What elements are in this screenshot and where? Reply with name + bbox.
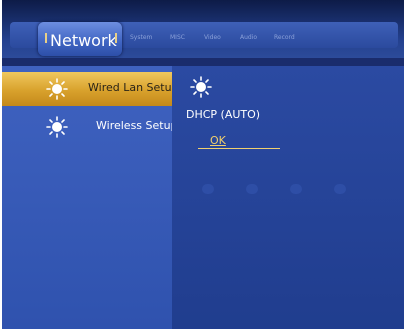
tab-marker-right bbox=[115, 33, 117, 43]
sun-icon bbox=[46, 78, 68, 100]
sidebar-item-label: Wireless Setup bbox=[96, 119, 178, 132]
ok-button[interactable]: OK bbox=[198, 134, 280, 149]
ok-button-label: OK bbox=[210, 134, 226, 147]
sun-icon bbox=[46, 116, 68, 138]
main-panel: DHCP (AUTO) OK bbox=[172, 66, 404, 329]
settings-screen: Network System MISC Video Audio Record W… bbox=[2, 0, 404, 329]
header-band: Network System MISC Video Audio Record bbox=[2, 0, 404, 58]
tab-record[interactable]: Record bbox=[274, 34, 295, 41]
sidebar: Wired Lan Setup Wireless Setup bbox=[2, 66, 179, 329]
sidebar-item-wired-lan-setup[interactable]: Wired Lan Setup bbox=[2, 72, 179, 106]
tab-system[interactable]: System bbox=[130, 34, 152, 41]
tab-audio[interactable]: Audio bbox=[240, 34, 257, 41]
sidebar-item-wireless-setup[interactable]: Wireless Setup bbox=[2, 110, 178, 144]
sun-icon bbox=[190, 76, 212, 98]
tab-network-label: Network bbox=[50, 31, 117, 50]
tab-marker-left bbox=[45, 33, 47, 43]
connection-mode-label: DHCP (AUTO) bbox=[186, 108, 261, 121]
tab-video[interactable]: Video bbox=[204, 34, 221, 41]
sidebar-item-label: Wired Lan Setup bbox=[88, 81, 179, 94]
tab-misc[interactable]: MISC bbox=[170, 34, 185, 41]
